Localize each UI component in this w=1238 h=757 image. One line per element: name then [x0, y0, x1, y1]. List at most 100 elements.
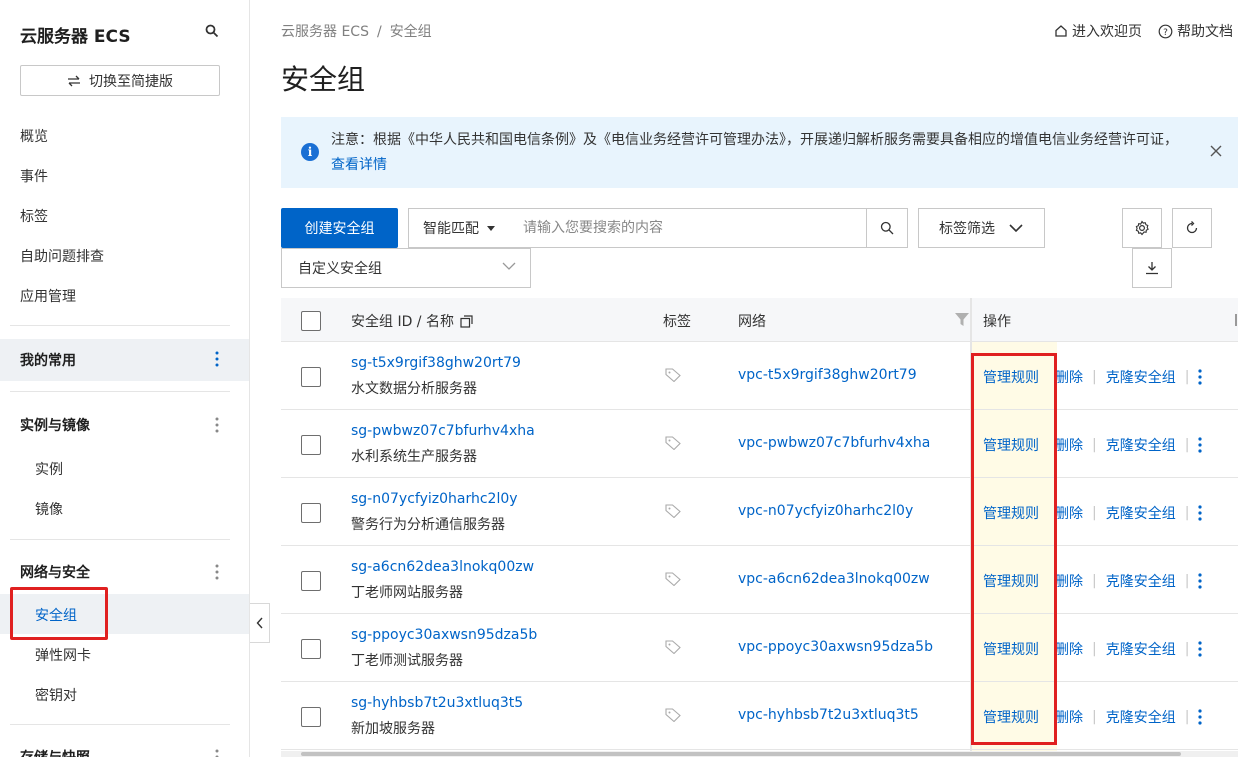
- tag-icon[interactable]: [665, 708, 681, 722]
- more-icon[interactable]: [215, 749, 219, 757]
- tag-icon[interactable]: [665, 436, 681, 450]
- sidebar-group-storage[interactable]: 存储与快照: [0, 737, 249, 757]
- caret-down-icon: [487, 225, 495, 231]
- sidebar-item-keypairs[interactable]: 密钥对: [35, 685, 77, 705]
- breadcrumb-ecs[interactable]: 云服务器 ECS: [281, 24, 369, 40]
- security-group-id-link[interactable]: sg-t5x9rgif38ghw20rt79: [351, 355, 521, 371]
- clone-link[interactable]: 克隆安全组: [1106, 367, 1176, 387]
- notice-details-link[interactable]: 查看详情: [331, 157, 387, 173]
- vpc-link[interactable]: vpc-a6cn62dea3lnokq00zw: [738, 571, 930, 587]
- switch-label: 切换至简捷版: [89, 73, 173, 90]
- tag-icon[interactable]: [665, 640, 681, 654]
- select-all-checkbox[interactable]: [301, 311, 321, 331]
- tag-filter-button[interactable]: 标签筛选: [918, 208, 1045, 248]
- vpc-link[interactable]: vpc-hyhbsb7t2u3xtluq3t5: [738, 707, 919, 723]
- svg-text:?: ?: [1163, 28, 1168, 38]
- action-separator: |: [1184, 505, 1190, 521]
- sidebar-item-images[interactable]: 镜像: [35, 499, 63, 519]
- more-actions-icon[interactable]: [1198, 505, 1203, 521]
- column-resizer[interactable]: [1235, 314, 1237, 326]
- help-link[interactable]: ? 帮助文档: [1158, 21, 1233, 41]
- security-group-type-select[interactable]: 自定义安全组: [281, 248, 531, 288]
- action-separator: |: [1092, 437, 1097, 453]
- security-group-id-link[interactable]: sg-ppoyc30axwsn95dza5b: [351, 627, 537, 643]
- group-network-label: 网络与安全: [20, 565, 90, 581]
- vpc-link[interactable]: vpc-pwbwz07c7bfurhv4xha: [738, 435, 930, 451]
- row-checkbox[interactable]: [301, 435, 321, 455]
- scrollbar-thumb[interactable]: [301, 752, 1181, 756]
- sidebar-group-favorites[interactable]: 我的常用: [0, 339, 249, 381]
- delete-link[interactable]: 删除: [1055, 367, 1083, 387]
- favorites-label: 我的常用: [20, 353, 76, 369]
- search-button[interactable]: [866, 209, 907, 247]
- more-actions-icon[interactable]: [1198, 369, 1203, 385]
- divider: [10, 391, 230, 392]
- sidebar-collapse-button[interactable]: [250, 603, 270, 643]
- close-icon[interactable]: [1208, 143, 1224, 159]
- search-input[interactable]: [505, 209, 866, 247]
- sidebar-item-instances[interactable]: 实例: [35, 459, 63, 479]
- sidebar-item-eni[interactable]: 弹性网卡: [35, 645, 91, 665]
- more-icon[interactable]: [215, 564, 219, 580]
- more-icon[interactable]: [215, 417, 219, 433]
- sidebar-group-instances[interactable]: 实例与镜像: [0, 405, 249, 445]
- refresh-button[interactable]: [1172, 208, 1212, 248]
- row-checkbox[interactable]: [301, 571, 321, 591]
- action-separator: |: [1092, 573, 1097, 589]
- sidebar-item-app-management[interactable]: 应用管理: [20, 286, 76, 306]
- type-select-label: 自定义安全组: [298, 261, 382, 277]
- switch-simple-version-button[interactable]: 切换至简捷版: [20, 65, 220, 96]
- help-label: 帮助文档: [1177, 24, 1233, 40]
- more-actions-icon[interactable]: [1198, 709, 1203, 725]
- settings-button[interactable]: [1122, 208, 1162, 248]
- sidebar-item-troubleshoot[interactable]: 自助问题排查: [20, 246, 104, 266]
- clone-link[interactable]: 克隆安全组: [1106, 639, 1176, 659]
- vpc-link[interactable]: vpc-t5x9rgif38ghw20rt79: [738, 367, 917, 383]
- sidebar-item-events[interactable]: 事件: [20, 166, 48, 186]
- vpc-link[interactable]: vpc-ppoyc30axwsn95dza5b: [738, 639, 933, 655]
- security-group-id-link[interactable]: sg-hyhbsb7t2u3xtluq3t5: [351, 695, 523, 711]
- more-actions-icon[interactable]: [1198, 573, 1203, 589]
- delete-link[interactable]: 删除: [1055, 435, 1083, 455]
- delete-link[interactable]: 删除: [1055, 571, 1083, 591]
- clone-link[interactable]: 克隆安全组: [1106, 503, 1176, 523]
- help-icon: ?: [1158, 24, 1173, 38]
- action-separator: |: [1184, 369, 1190, 385]
- tag-icon[interactable]: [665, 572, 681, 586]
- tag-icon[interactable]: [665, 504, 681, 518]
- security-group-name: 新加坡服务器: [351, 721, 435, 737]
- more-actions-icon[interactable]: [1198, 437, 1203, 453]
- delete-link[interactable]: 删除: [1055, 707, 1083, 727]
- table-row: sg-n07ycfyiz0harhc2l0y 警务行为分析通信服务器 vpc-n07…: [281, 478, 1238, 546]
- clone-link[interactable]: 克隆安全组: [1106, 571, 1176, 591]
- security-group-id-link[interactable]: sg-pwbwz07c7bfurhv4xha: [351, 423, 535, 439]
- clone-link[interactable]: 克隆安全组: [1106, 707, 1176, 727]
- delete-link[interactable]: 删除: [1055, 639, 1083, 659]
- sidebar-item-overview[interactable]: 概览: [20, 126, 48, 146]
- horizontal-scrollbar[interactable]: [281, 751, 1238, 757]
- security-group-id-link[interactable]: sg-n07ycfyiz0harhc2l0y: [351, 491, 518, 507]
- vpc-link[interactable]: vpc-n07ycfyiz0harhc2l0y: [738, 503, 913, 519]
- sidebar-group-network[interactable]: 网络与安全: [0, 552, 249, 592]
- row-checkbox[interactable]: [301, 639, 321, 659]
- delete-link[interactable]: 删除: [1055, 503, 1083, 523]
- more-actions-icon[interactable]: [1198, 641, 1203, 657]
- search-icon[interactable]: [205, 24, 219, 38]
- search-mode-select[interactable]: 智能匹配: [409, 209, 505, 247]
- welcome-link[interactable]: 进入欢迎页: [1054, 21, 1142, 41]
- create-security-group-button[interactable]: 创建安全组: [281, 208, 398, 248]
- export-button[interactable]: [1132, 248, 1172, 288]
- row-checkbox[interactable]: [301, 503, 321, 523]
- clone-link[interactable]: 克隆安全组: [1106, 435, 1176, 455]
- copy-icon[interactable]: [460, 314, 473, 328]
- row-checkbox[interactable]: [301, 367, 321, 387]
- security-group-id-link[interactable]: sg-a6cn62dea3lnokq00zw: [351, 559, 534, 575]
- filter-icon[interactable]: [955, 313, 969, 326]
- security-group-name: 水利系统生产服务器: [351, 449, 477, 465]
- group-storage-label: 存储与快照: [20, 747, 90, 757]
- sidebar-item-tags[interactable]: 标签: [20, 206, 48, 226]
- row-checkbox[interactable]: [301, 707, 321, 727]
- tag-icon[interactable]: [665, 368, 681, 382]
- more-icon[interactable]: [215, 351, 219, 367]
- header-id-name-label: 安全组 ID / 名称: [351, 314, 454, 330]
